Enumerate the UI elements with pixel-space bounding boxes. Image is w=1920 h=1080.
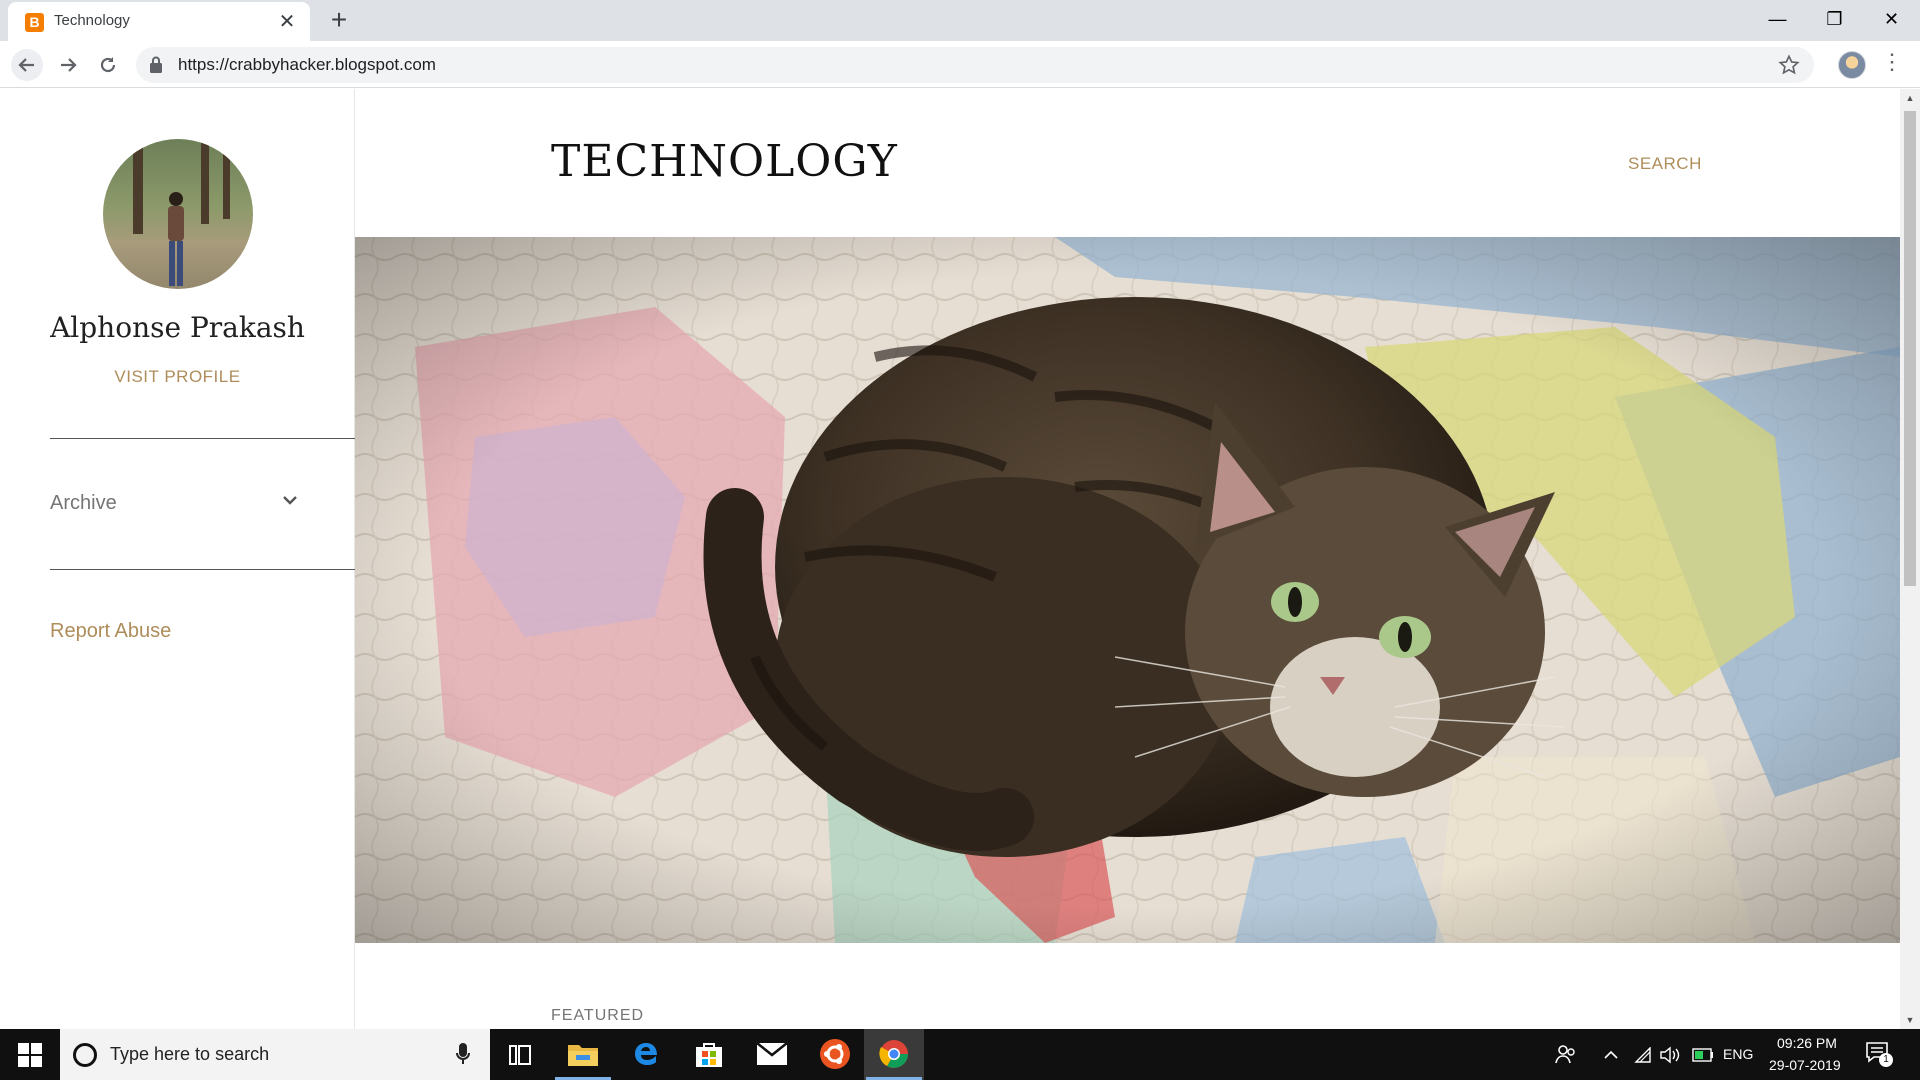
battery-icon[interactable]: [1692, 1048, 1714, 1062]
person-figure: [168, 192, 184, 286]
edge-icon: [635, 1043, 657, 1065]
chevron-down-icon[interactable]: [280, 490, 300, 510]
browser-tab[interactable]: B Technology ✕: [8, 2, 310, 41]
taskbar-search-box[interactable]: Type here to search: [60, 1029, 490, 1080]
wifi-icon[interactable]: [1634, 1047, 1652, 1063]
report-abuse-link[interactable]: Report Abuse: [50, 620, 171, 643]
store-icon: [696, 1043, 722, 1067]
windows-logo-icon: [18, 1043, 42, 1067]
windows-taskbar: Type here to search ENG 09:26 PM 29-07-2…: [0, 1029, 1920, 1080]
address-bar[interactable]: https://crabbyhacker.blogspot.com: [136, 47, 1814, 83]
profile-avatar-button[interactable]: [1838, 51, 1866, 79]
close-window-button[interactable]: ✕: [1863, 0, 1920, 41]
chrome-taskbar-button[interactable]: [864, 1029, 924, 1080]
star-icon[interactable]: [1778, 54, 1800, 76]
language-indicator[interactable]: ENG: [1723, 1046, 1753, 1062]
sidebar: Alphonse Prakash VISIT PROFILE Archive R…: [0, 89, 355, 1029]
clock-date[interactable]: 29-07-2019: [1769, 1057, 1841, 1073]
taskbar-search-placeholder: Type here to search: [110, 1044, 270, 1064]
browser-menu-button[interactable]: ⋮: [1880, 49, 1904, 75]
ubuntu-icon: [820, 1039, 850, 1069]
store-button[interactable]: [679, 1029, 739, 1080]
reload-icon: [100, 57, 116, 73]
microphone-icon[interactable]: [456, 1043, 470, 1065]
tab-title: Technology: [54, 12, 130, 29]
main-content: TECHNOLOGY SEARCH FEATURED: [355, 89, 1900, 1029]
people-icon[interactable]: [1555, 1043, 1577, 1065]
blogger-favicon-icon: B: [25, 13, 44, 32]
back-button[interactable]: [11, 49, 43, 81]
mail-icon: [757, 1043, 787, 1065]
cortana-icon: [73, 1043, 97, 1067]
folder-icon: [568, 1045, 598, 1066]
reload-button[interactable]: [92, 49, 124, 81]
volume-icon[interactable]: [1660, 1046, 1682, 1064]
scrollbar-thumb[interactable]: [1904, 111, 1916, 586]
scroll-up-icon[interactable]: ▲: [1900, 93, 1920, 103]
search-button[interactable]: SEARCH: [1628, 154, 1702, 174]
chevron-up-icon[interactable]: [1603, 1047, 1619, 1063]
start-button[interactable]: [0, 1029, 60, 1080]
ubuntu-button[interactable]: [805, 1029, 865, 1080]
lock-icon: [150, 56, 162, 73]
blog-title[interactable]: TECHNOLOGY: [551, 136, 898, 187]
web-page: Alphonse Prakash VISIT PROFILE Archive R…: [0, 89, 1900, 1029]
clock-time[interactable]: 09:26 PM: [1777, 1035, 1837, 1051]
minimize-button[interactable]: —: [1749, 0, 1806, 41]
maximize-button[interactable]: ❐: [1806, 0, 1863, 41]
hero-image: [355, 237, 1900, 943]
notification-count-badge: 1: [1879, 1053, 1893, 1067]
url-text: https://crabbyhacker.blogspot.com: [178, 55, 436, 74]
visit-profile-link[interactable]: VISIT PROFILE: [0, 367, 355, 387]
profile-photo[interactable]: [103, 139, 253, 289]
close-tab-button[interactable]: ✕: [276, 9, 298, 34]
edge-button[interactable]: [616, 1029, 676, 1080]
featured-heading: FEATURED: [551, 1007, 645, 1024]
chrome-icon: [879, 1040, 908, 1068]
divider: [50, 438, 355, 439]
file-explorer-button[interactable]: [553, 1029, 613, 1080]
new-tab-button[interactable]: +: [324, 4, 354, 36]
arrow-right-icon: [61, 58, 77, 72]
scroll-down-icon[interactable]: ▼: [1900, 1015, 1920, 1025]
browser-toolbar: https://crabbyhacker.blogspot.com ⋮: [0, 41, 1920, 88]
page-scrollbar[interactable]: ▲ ▼: [1900, 89, 1920, 1029]
forward-button[interactable]: [52, 49, 84, 81]
browser-tabstrip: B Technology ✕ + — ❐ ✕: [0, 0, 1920, 41]
divider: [50, 569, 355, 570]
archive-toggle[interactable]: Archive: [50, 492, 117, 515]
arrow-left-icon: [18, 58, 34, 72]
task-view-button[interactable]: [490, 1029, 550, 1080]
task-view-icon: [509, 1045, 531, 1065]
mail-button[interactable]: [742, 1029, 802, 1080]
profile-name: Alphonse Prakash: [50, 311, 305, 344]
cat-on-quilt-image: [355, 237, 1900, 943]
action-center-button[interactable]: 1: [1865, 1041, 1893, 1067]
